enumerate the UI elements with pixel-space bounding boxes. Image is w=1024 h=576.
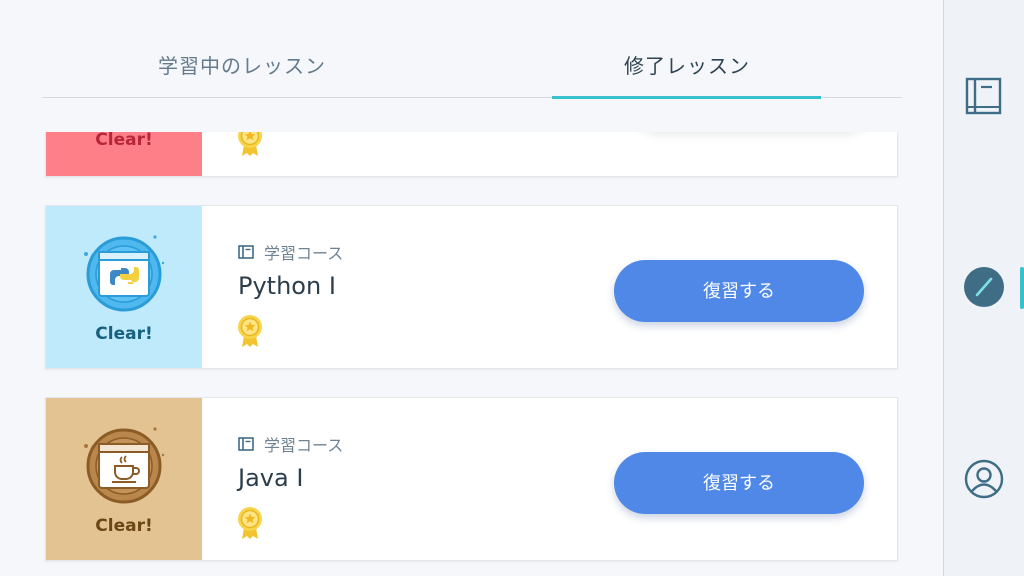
course-category: 学習コース xyxy=(238,240,343,264)
tab-completed[interactable]: 修了レッスン xyxy=(552,50,822,96)
pencil-icon[interactable] xyxy=(964,267,1004,307)
main-content: Clear! Clear! 学習コース Python I 復習する Clear!… xyxy=(0,0,943,576)
python-logo-icon xyxy=(84,235,165,312)
course-title: Python I xyxy=(238,272,336,300)
tab-active-indicator xyxy=(552,96,821,99)
app-root: Clear! Clear! 学習コース Python I 復習する Clear!… xyxy=(0,0,1024,576)
course-category: 学習コース xyxy=(238,432,343,456)
book-icon[interactable] xyxy=(964,76,1004,116)
lesson-card-java: Clear! 学習コース Java I 復習する xyxy=(45,397,898,561)
review-button[interactable]: 復習する xyxy=(614,452,864,514)
clear-label: Clear! xyxy=(95,130,153,150)
clear-label: Clear! xyxy=(95,324,153,344)
medal-icon xyxy=(238,507,262,539)
course-category-label: 学習コース xyxy=(264,244,344,263)
lesson-card-python: Clear! 学習コース Python I 復習する xyxy=(45,205,898,369)
java-cup-icon xyxy=(84,427,165,504)
course-title: Java I xyxy=(238,464,304,492)
medal-icon xyxy=(238,315,262,347)
profile-icon[interactable] xyxy=(964,459,1004,499)
clear-label: Clear! xyxy=(95,516,153,536)
book-small-icon xyxy=(238,245,254,259)
sidebar-active-indicator xyxy=(1020,267,1024,309)
tab-bar: 学習中のレッスン 修了レッスン xyxy=(42,38,902,99)
book-small-icon xyxy=(238,437,254,451)
review-button[interactable]: 復習する xyxy=(614,260,864,322)
sidebar xyxy=(943,0,1024,576)
course-category-label: 学習コース xyxy=(264,436,344,455)
tab-learning[interactable]: 学習中のレッスン xyxy=(97,50,387,96)
